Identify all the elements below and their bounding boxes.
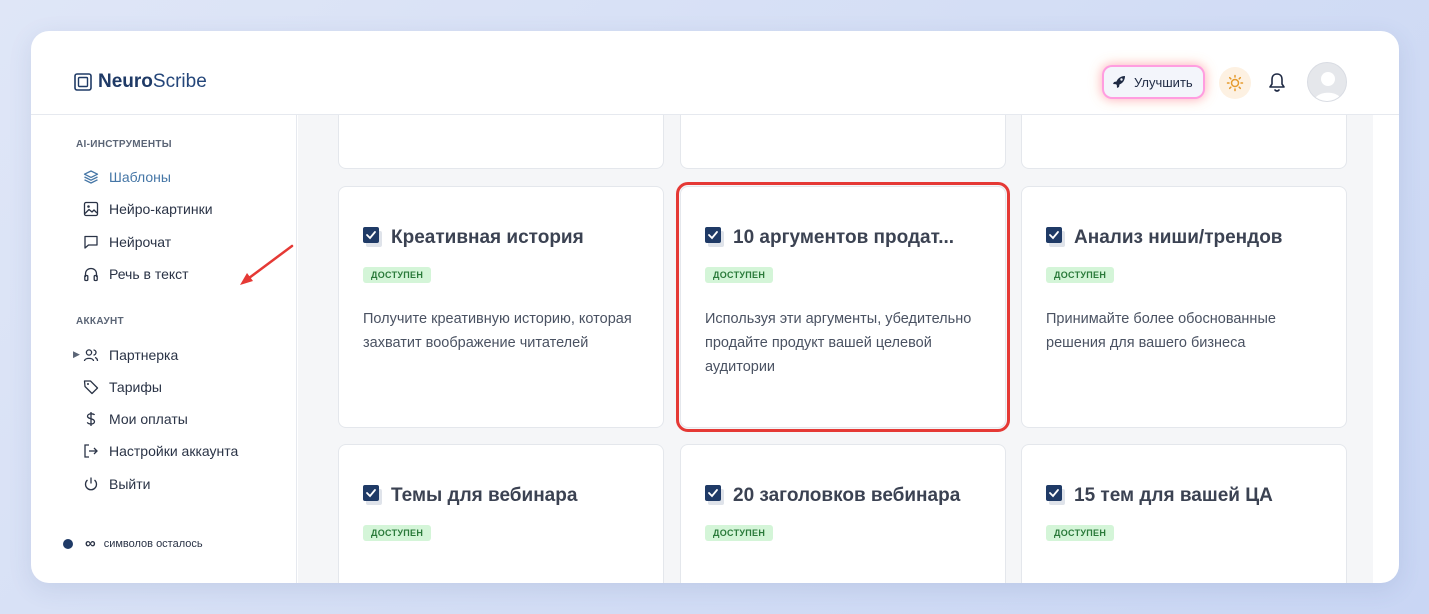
status-badge: ДОСТУПЕН: [1046, 267, 1115, 283]
users-icon: [83, 349, 99, 362]
status-badge: ДОСТУПЕН: [1046, 525, 1115, 541]
status-badge: ДОСТУПЕН: [363, 267, 432, 283]
card-title: 10 аргументов продат...: [705, 227, 954, 249]
rocket-icon: [1113, 76, 1125, 88]
status-badge: ДОСТУПЕН: [705, 525, 774, 541]
status-dot: [63, 538, 73, 549]
template-card[interactable]: [1021, 115, 1347, 169]
credits-symbol: ∞: [85, 535, 96, 552]
sidebar-item-templates[interactable]: Шаблоны: [83, 167, 171, 187]
sidebar-item-logout[interactable]: Выйти: [83, 474, 150, 494]
sidebar-item-label: Выйти: [109, 476, 151, 492]
template-card-creative-story[interactable]: Креативная история ДОСТУПЕН Получите кре…: [338, 186, 664, 428]
header: Neuro Scribe Улучшить: [31, 31, 1399, 115]
checkbox-icon: [363, 485, 382, 505]
dollar-icon: [86, 412, 96, 426]
upgrade-label: Улучшить: [1134, 74, 1193, 90]
sidebar-item-partner[interactable]: Партнерка: [83, 345, 178, 365]
chat-icon: [84, 235, 98, 249]
template-card-10-arguments[interactable]: 10 аргументов продат... ДОСТУПЕН Использ…: [676, 182, 1010, 432]
card-title-text: Креативная история: [391, 227, 584, 248]
checkbox-icon: [705, 227, 724, 247]
sidebar-item-label: Тарифы: [109, 379, 162, 395]
checkbox-icon: [1046, 485, 1065, 505]
status-badge: ДОСТУПЕН: [363, 525, 432, 541]
section-title-tools: AI-ИНСТРУМЕНТЫ: [76, 139, 172, 150]
sun-icon: [1226, 74, 1244, 92]
template-card-audience-topics[interactable]: 15 тем для вашей ЦА ДОСТУПЕН: [1021, 444, 1347, 583]
credits-remaining: ∞ символов осталось: [63, 535, 203, 552]
sidebar-item-label: Партнерка: [109, 347, 179, 363]
sidebar-item-neuro-images[interactable]: Нейро-картинки: [83, 199, 213, 219]
checkbox-icon: [1046, 227, 1065, 247]
template-card-webinar-headlines[interactable]: 20 заголовков вебинара ДОСТУПЕН: [680, 444, 1006, 583]
logout-icon: [84, 444, 98, 458]
card-title-text: 15 тем для вашей ЦА: [1074, 485, 1273, 506]
bell-icon[interactable]: [1267, 72, 1287, 94]
sidebar-item-account-settings[interactable]: Настройки аккаунта: [83, 441, 238, 461]
sidebar-item-label: Речь в текст: [109, 266, 189, 282]
checkbox-icon: [363, 227, 382, 247]
sidebar-item-label: Нейро-картинки: [109, 201, 213, 217]
card-title: Анализ ниши/трендов: [1046, 227, 1283, 249]
card-description: Используя эти аргументы, убедительно про…: [705, 311, 972, 375]
status-badge: ДОСТУПЕН: [705, 267, 774, 283]
checkbox-icon: [705, 485, 724, 505]
card-description: Получите креативную историю, которая зах…: [363, 311, 632, 351]
upgrade-button[interactable]: Улучшить: [1104, 67, 1203, 97]
card-title: Креативная история: [363, 227, 584, 249]
expand-caret-icon[interactable]: ▶: [73, 349, 80, 360]
logo-icon: [74, 73, 92, 91]
template-card-niche-analysis[interactable]: Анализ ниши/трендов ДОСТУПЕН Принимайте …: [1021, 186, 1347, 428]
template-card[interactable]: [680, 115, 1006, 169]
tag-icon: [83, 380, 99, 395]
sidebar-item-label: Нейрочат: [109, 234, 172, 250]
section-title-account: АККАУНТ: [76, 316, 124, 327]
sidebar-item-tariffs[interactable]: Тарифы: [83, 377, 162, 397]
card-title: Темы для вебинара: [363, 485, 577, 507]
card-title-text: 10 аргументов продат...: [733, 227, 955, 248]
card-title-text: Анализ ниши/трендов: [1074, 227, 1283, 248]
app-window: Neuro Scribe Улучшить AI-ИНСТРУМЕНТЫ Шаб…: [31, 31, 1399, 583]
template-card[interactable]: [338, 115, 664, 169]
sidebar-item-label: Настройки аккаунта: [109, 443, 239, 459]
card-title-text: Темы для вебинара: [391, 485, 578, 506]
image-icon: [83, 201, 99, 217]
sidebar-item-payments[interactable]: Мои оплаты: [83, 409, 188, 429]
sidebar-item-label: Мои оплаты: [109, 411, 188, 427]
card-title: 15 тем для вашей ЦА: [1046, 485, 1273, 507]
theme-toggle-button[interactable]: [1219, 67, 1251, 99]
template-card-webinar-topics[interactable]: Темы для вебинара ДОСТУПЕН: [338, 444, 664, 583]
power-icon: [84, 477, 98, 491]
card-title-text: 20 заголовков вебинара: [733, 485, 961, 506]
sidebar-item-neurochat[interactable]: Нейрочат: [83, 232, 171, 252]
red-arrow-annotation: [240, 244, 294, 285]
sidebar-item-label: Шаблоны: [109, 169, 171, 185]
logo[interactable]: Neuro Scribe: [74, 71, 207, 93]
card-title: 20 заголовков вебинара: [705, 485, 960, 507]
card-description: Принимайте более обоснованные решения дл…: [1046, 311, 1276, 351]
avatar[interactable]: [1307, 62, 1347, 102]
headphones-icon: [84, 267, 98, 282]
layers-icon: [83, 170, 99, 184]
templates-grid: Креативная история ДОСТУПЕН Получите кре…: [298, 115, 1373, 583]
credits-text: символов осталось: [103, 537, 203, 550]
logo-text-bold: Neuro: [98, 71, 153, 92]
sidebar: AI-ИНСТРУМЕНТЫ Шаблоны Нейро-картинки Не…: [57, 115, 297, 583]
sidebar-item-speech-to-text[interactable]: Речь в текст: [83, 264, 189, 284]
user-avatar-icon: [1314, 72, 1342, 101]
logo-text-light: Scribe: [152, 71, 207, 92]
